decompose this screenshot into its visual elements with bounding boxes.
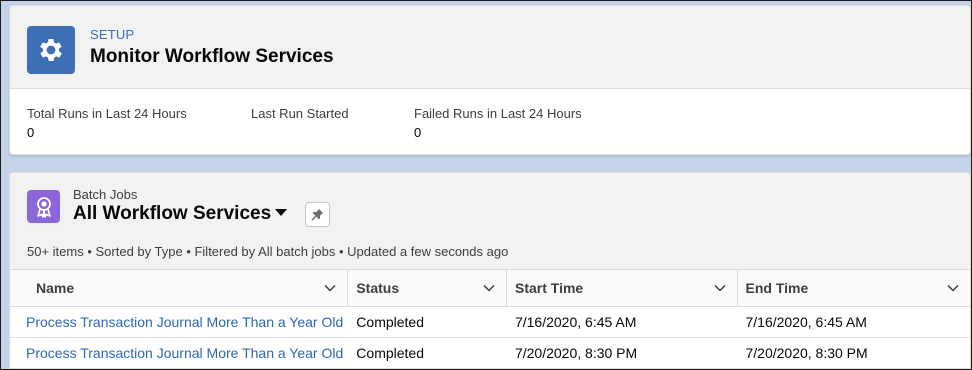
cell-name: Process Transaction Journal More Than a …	[10, 307, 348, 337]
job-name-link[interactable]: Process Transaction Journal More Than a …	[26, 314, 343, 330]
gear-icon	[27, 26, 75, 74]
cell-status: Completed	[356, 345, 424, 361]
chevron-down-icon[interactable]	[275, 209, 287, 216]
cell-status: Completed	[356, 314, 424, 330]
chevron-down-icon[interactable]	[713, 281, 727, 295]
table-header: Name Status Start Time End Time	[10, 269, 970, 307]
page-header: SETUP Monitor Workflow Services Total Ru…	[9, 5, 971, 155]
column-header-status[interactable]: Status	[348, 270, 507, 306]
stat-label: Last Run Started	[251, 106, 349, 121]
page-title: Monitor Workflow Services	[90, 46, 334, 67]
column-label: End Time	[745, 280, 809, 296]
breadcrumb[interactable]: SETUP	[90, 27, 134, 42]
pin-icon	[311, 208, 324, 221]
column-header-start-time[interactable]: Start Time	[507, 270, 738, 306]
chevron-down-icon[interactable]	[946, 281, 960, 295]
column-label: Name	[36, 280, 75, 296]
batch-jobs-table: Name Status Start Time End Time Process	[10, 269, 970, 369]
app-frame: SETUP Monitor Workflow Services Total Ru…	[0, 0, 972, 370]
cell-start-time: 7/20/2020, 8:30 PM	[514, 345, 638, 361]
list-view-card: Batch Jobs All Workflow Services 50+ ite…	[9, 172, 971, 369]
stat-value: 0	[414, 125, 422, 140]
column-label: Start Time	[514, 280, 584, 296]
stat-label: Failed Runs in Last 24 Hours	[414, 106, 582, 121]
object-label: Batch Jobs	[73, 187, 138, 202]
table-row: Process Transaction Journal More Than a …	[10, 338, 970, 369]
cell-end-time: 7/16/2020, 6:45 AM	[745, 314, 867, 330]
column-header-name[interactable]: Name	[10, 270, 349, 306]
list-view-title[interactable]: All Workflow Services	[73, 203, 271, 225]
stat-label: Total Runs in Last 24 Hours	[27, 106, 187, 121]
stat-last-run-started: Last Run Started	[251, 106, 349, 125]
cell-name: Process Transaction Journal More Than a …	[10, 338, 348, 368]
job-name-link[interactable]: Process Transaction Journal More Than a …	[26, 345, 343, 361]
column-label: Status	[356, 280, 400, 296]
chevron-down-icon[interactable]	[323, 281, 337, 295]
stat-failed-runs: Failed Runs in Last 24 Hours 0	[414, 106, 582, 140]
stat-value: 0	[27, 125, 35, 140]
column-header-end-time[interactable]: End Time	[738, 270, 971, 306]
chevron-down-icon[interactable]	[482, 281, 496, 295]
cell-start-time: 7/16/2020, 6:45 AM	[514, 314, 637, 330]
list-view-meta: 50+ items • Sorted by Type • Filtered by…	[27, 244, 509, 259]
pin-list-view-button[interactable]	[305, 202, 330, 227]
award-ribbon-icon	[27, 190, 60, 223]
cell-end-time: 7/20/2020, 8:30 PM	[745, 345, 868, 361]
table-row: Process Transaction Journal More Than a …	[10, 307, 970, 338]
stat-total-runs: Total Runs in Last 24 Hours 0	[27, 106, 187, 140]
page-header-top: SETUP Monitor Workflow Services	[10, 6, 970, 89]
